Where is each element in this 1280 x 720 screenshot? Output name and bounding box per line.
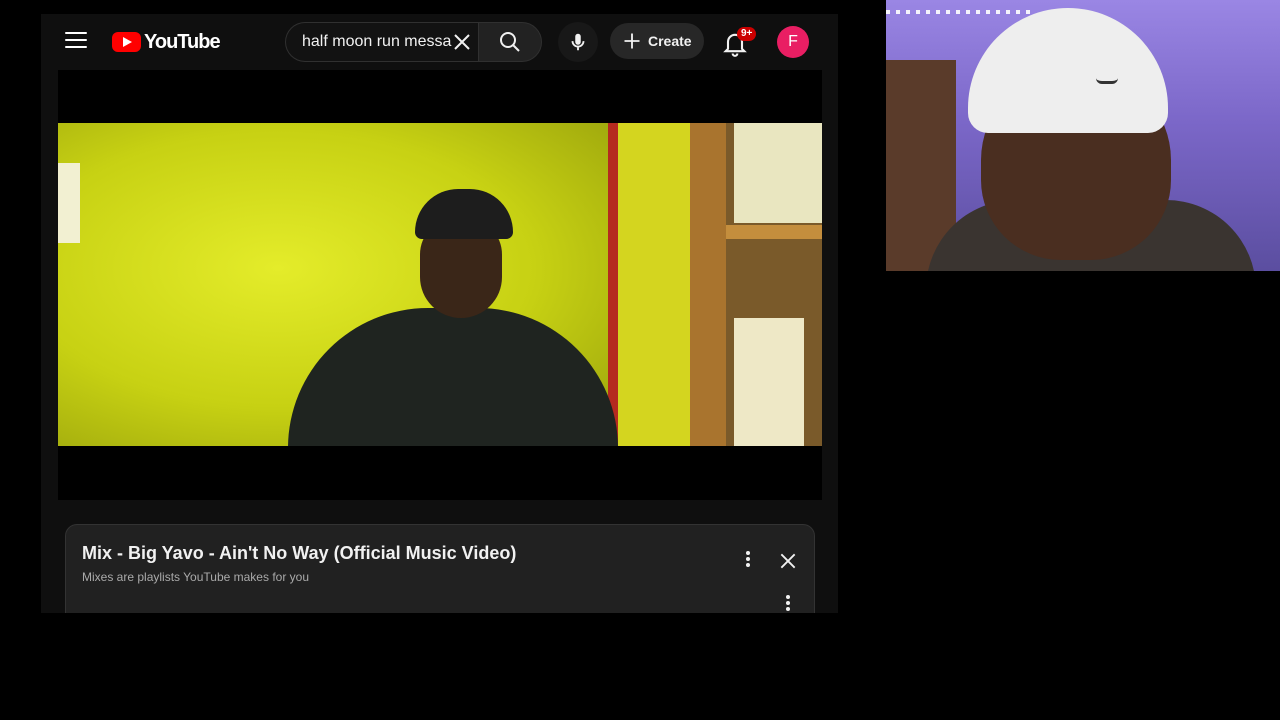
menu-icon-bar (65, 32, 87, 34)
webcam-string-lights (886, 10, 1036, 14)
more-vert-icon-dot (786, 607, 790, 611)
video-player[interactable] (58, 70, 822, 500)
webcam-overlay (886, 0, 1280, 271)
playlist-title[interactable]: Mix - Big Yavo - Ain't No Way (Official … (82, 543, 516, 564)
video-scene-panel (58, 163, 80, 243)
video-frame[interactable] (58, 123, 822, 446)
menu-icon-bar (65, 46, 87, 48)
more-vert-icon-dot (746, 557, 750, 561)
video-scene-pole (608, 123, 618, 446)
more-vert-icon-dot (746, 563, 750, 567)
mic-icon (571, 33, 585, 51)
menu-button[interactable] (65, 32, 87, 50)
avatar[interactable]: F (777, 26, 809, 58)
create-label: Create (648, 33, 692, 49)
search-query[interactable]: half moon run messa (302, 33, 452, 51)
menu-icon-bar (65, 39, 87, 41)
video-scene-shelf-edge (726, 225, 822, 239)
youtube-window: YouTube half moon run messa Create 9+ F (41, 14, 838, 613)
plus-icon (624, 33, 640, 49)
voice-search-button[interactable] (558, 22, 598, 62)
video-scene-artwork (734, 123, 822, 223)
playlist-more-button[interactable] (740, 551, 756, 571)
more-vert-icon-dot (786, 601, 790, 605)
video-scene-wall-right (618, 123, 690, 446)
notification-badge: 9+ (737, 27, 757, 41)
close-icon (780, 553, 796, 569)
more-vert-icon-dot (786, 595, 790, 599)
youtube-logo[interactable]: YouTube (112, 30, 221, 54)
mix-playlist-panel: Mix - Big Yavo - Ain't No Way (Official … (65, 524, 815, 613)
playlist-close-button[interactable] (778, 551, 798, 571)
search-button[interactable] (478, 22, 542, 62)
playlist-subtitle: Mixes are playlists YouTube makes for yo… (82, 570, 309, 584)
webcam-beanie-logo (1096, 78, 1118, 84)
logo-text: YouTube (144, 30, 221, 53)
youtube-logo-icon (112, 32, 141, 52)
clear-search-button[interactable] (450, 30, 474, 54)
video-scene-artwork (734, 318, 804, 446)
notifications-button[interactable]: 9+ (721, 26, 757, 58)
create-button[interactable]: Create (610, 23, 704, 59)
more-vert-icon-dot (746, 551, 750, 555)
masthead: YouTube half moon run messa Create 9+ F (41, 14, 838, 70)
search-icon (500, 32, 520, 52)
playlist-item-more-button[interactable] (780, 595, 796, 613)
close-icon (454, 34, 470, 50)
